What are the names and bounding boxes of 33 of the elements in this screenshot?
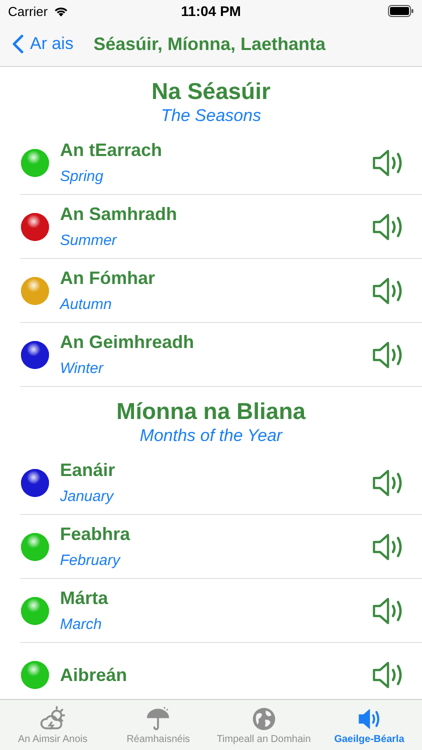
- section-subtitle: The Seasons: [160, 105, 262, 127]
- irish-word: Márta: [60, 586, 110, 610]
- irish-word: An tEarrach: [60, 138, 164, 162]
- carrier-label: Carrier: [8, 4, 48, 18]
- battery-icon: [388, 5, 414, 17]
- english-word: Summer: [60, 230, 118, 250]
- tab-item[interactable]: Timpeall an Domhain: [211, 700, 316, 750]
- back-button[interactable]: Ar ais: [0, 34, 82, 54]
- irish-word: An Samhradh: [60, 202, 178, 226]
- section-title: Na Séasúir: [150, 77, 272, 105]
- english-word: Autumn: [60, 294, 113, 314]
- irish-word: Eanáir: [60, 458, 116, 482]
- english-word: Spring: [60, 166, 104, 186]
- umbrella-icon: [145, 706, 172, 732]
- english-word: January: [60, 486, 115, 506]
- english-word: March: [60, 614, 103, 634]
- tab-item[interactable]: Réamhaisnéis: [106, 700, 211, 750]
- screen-title: Séasúir, Míonna, Laethanta: [93, 34, 326, 54]
- status-time: 11:04 PM: [181, 3, 241, 19]
- section-title: Míonna na Bliana: [115, 397, 307, 425]
- tab-item[interactable]: Gaeilge-Béarla: [316, 700, 422, 750]
- globe-icon: [250, 706, 277, 732]
- irish-word: Feabhra: [60, 522, 132, 546]
- english-word: Winter: [60, 358, 105, 378]
- cloud-sun-icon: [40, 706, 66, 732]
- tab-item[interactable]: An Aimsir Anois: [0, 700, 106, 750]
- chevron-icon: [12, 34, 24, 54]
- english-word: February: [60, 550, 122, 570]
- section-subtitle: Months of the Year: [138, 425, 284, 447]
- irish-word: An Fómhar: [60, 266, 156, 290]
- irish-word: An Geimhreadh: [60, 330, 196, 354]
- irish-word: Aibreán: [60, 664, 128, 686]
- wifi-icon: [52, 5, 69, 17]
